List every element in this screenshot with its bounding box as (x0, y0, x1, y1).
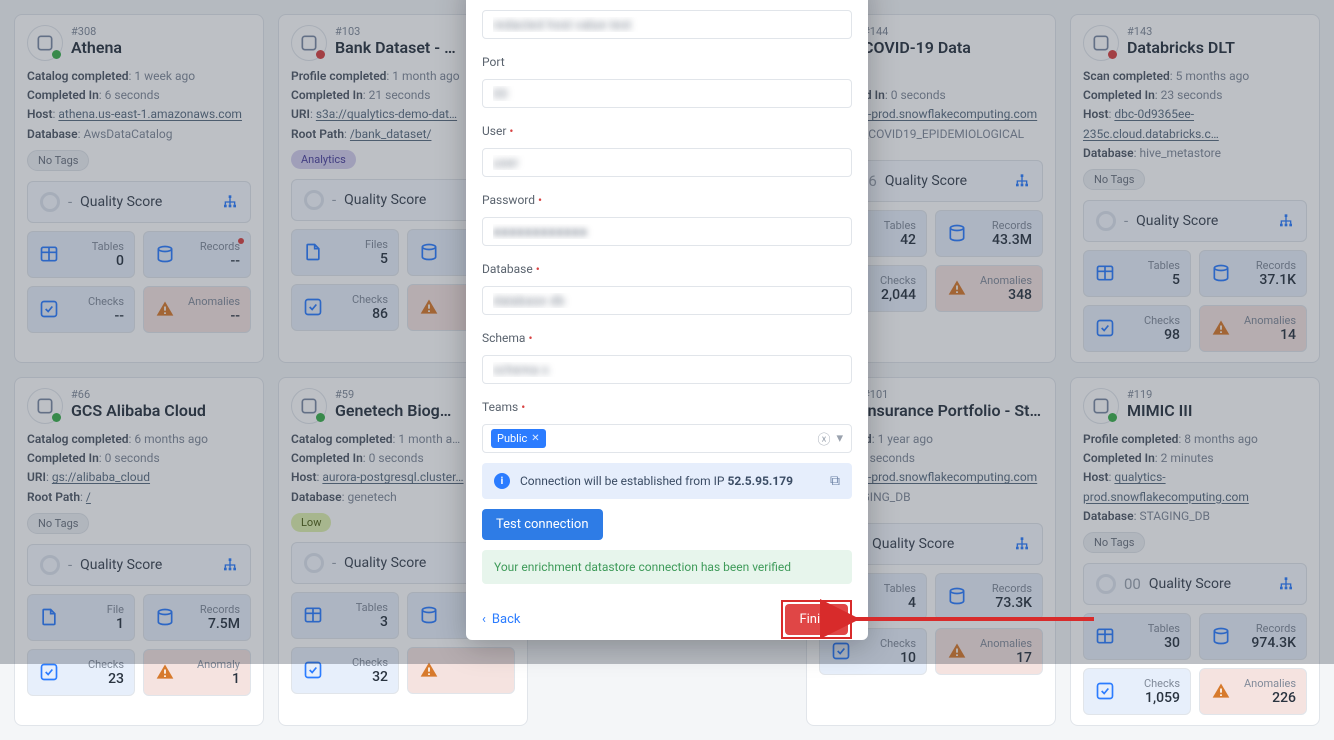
chevron-down-icon[interactable]: ▾ (836, 431, 843, 446)
info-icon: i (494, 473, 510, 489)
user-input[interactable] (482, 148, 852, 177)
back-button[interactable]: ‹ Back (482, 612, 520, 627)
finish-highlight: Finish (781, 600, 852, 639)
connection-dialog: Host• Port User• Password• Database• Sch… (466, 0, 868, 640)
stat-icon (1094, 680, 1116, 702)
chip-remove-icon[interactable]: ✕ (531, 433, 539, 444)
test-connection-button[interactable]: Test connection (482, 509, 603, 540)
stat-d[interactable]: Anomalies 226 (1199, 668, 1307, 715)
password-label: Password• (482, 193, 852, 207)
port-input[interactable] (482, 79, 852, 108)
database-input[interactable] (482, 286, 852, 315)
stat-icon (38, 661, 60, 683)
port-label: Port (482, 55, 852, 69)
team-chip[interactable]: Public✕ (491, 429, 546, 448)
modal-overlay: Host• Port User• Password• Database• Sch… (0, 0, 1334, 664)
database-label: Database• (482, 262, 852, 276)
finish-button[interactable]: Finish (785, 604, 848, 635)
ip-info: i Connection will be established from IP… (482, 463, 852, 499)
stat-icon (1210, 680, 1232, 702)
success-message: Your enrichment datastore connection has… (482, 550, 852, 584)
password-input[interactable] (482, 217, 852, 246)
teams-select[interactable]: Public✕ ⓧ ▾ (482, 424, 852, 453)
chevron-left-icon: ‹ (482, 612, 486, 627)
host-input[interactable] (482, 10, 852, 39)
schema-input[interactable] (482, 355, 852, 384)
teams-label: Teams• (482, 400, 852, 414)
clear-icon[interactable]: ⓧ (817, 429, 830, 448)
copy-icon[interactable]: ⧉ (830, 473, 840, 489)
user-label: User• (482, 124, 852, 138)
stat-icon (154, 661, 176, 683)
schema-label: Schema• (482, 331, 852, 345)
stat-c[interactable]: Checks 1,059 (1083, 668, 1191, 715)
